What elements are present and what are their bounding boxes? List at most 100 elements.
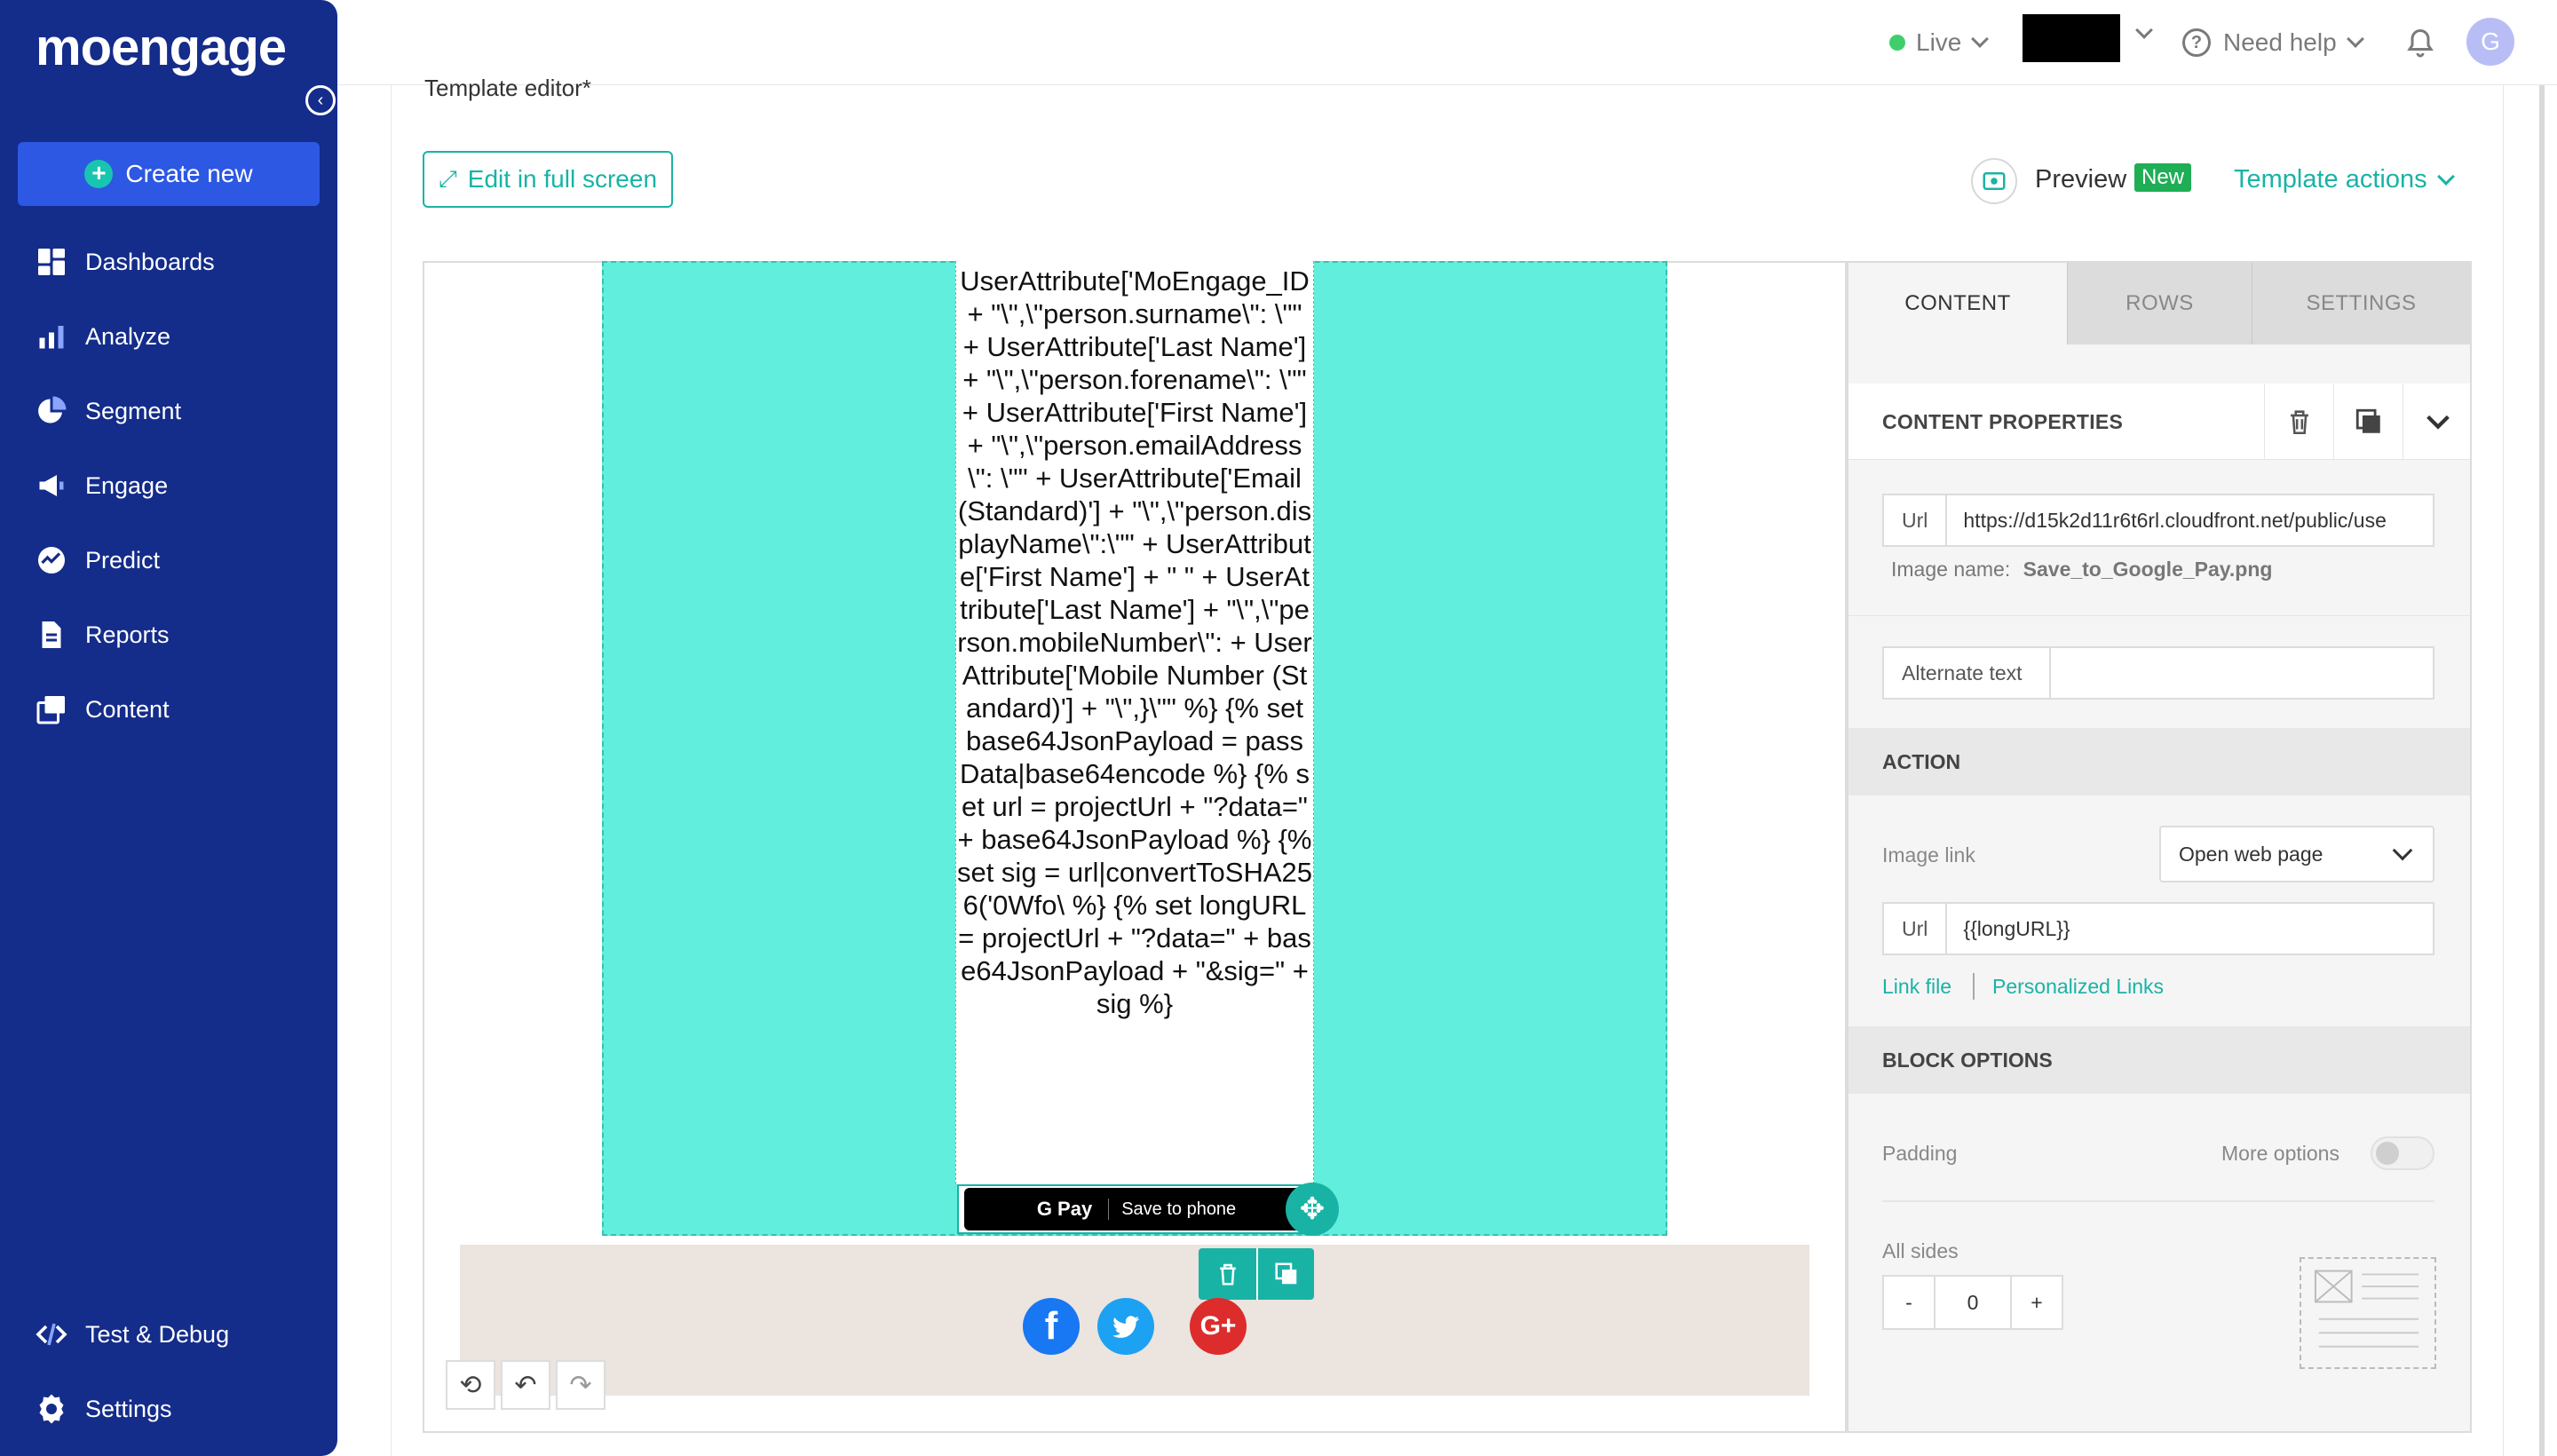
create-new-button[interactable]: + Create new xyxy=(18,142,320,206)
link-file-link[interactable]: Link file xyxy=(1882,975,1951,999)
need-help-menu[interactable]: ? Need help xyxy=(2182,25,2364,60)
image-link-select[interactable]: Open web page xyxy=(2159,826,2434,882)
chevron-down-icon xyxy=(2346,30,2364,48)
delete-content-button[interactable] xyxy=(2264,384,2333,460)
edit-full-screen-label: Edit in full screen xyxy=(467,165,658,193)
need-help-label: Need help xyxy=(2223,28,2337,56)
link-url-field[interactable]: Url {{longURL}} xyxy=(1882,902,2434,955)
image-name: Image name: Save_to_Google_Pay.png xyxy=(1891,558,2272,582)
image-name-value: Save_to_Google_Pay.png xyxy=(2023,558,2273,581)
duplicate-content-button[interactable] xyxy=(2333,384,2403,460)
gpay-label: Save to phone xyxy=(1121,1199,1237,1219)
trash-icon xyxy=(2290,410,2308,435)
sidebar-item-predict[interactable]: Predict xyxy=(0,529,337,591)
sidebar-item-segment[interactable]: Segment xyxy=(0,380,337,442)
undo-button[interactable]: ↶ xyxy=(501,1360,550,1410)
action-section-header: ACTION xyxy=(1848,728,2470,795)
alternate-text-field[interactable]: Alternate text xyxy=(1882,646,2434,700)
edit-full-screen-button[interactable]: ⤢ Edit in full screen xyxy=(423,151,673,208)
user-avatar[interactable]: G xyxy=(2466,18,2514,66)
image-url-value[interactable]: https://d15k2d11r6t6rl.cloudfront.net/pu… xyxy=(1947,509,2403,533)
collapse-properties-button[interactable] xyxy=(2403,384,2472,460)
link-divider xyxy=(1973,973,1975,1000)
facebook-icon[interactable]: f xyxy=(1023,1298,1080,1355)
collapse-sidebar-button[interactable]: ‹ xyxy=(305,85,336,115)
duplicate-block-button[interactable] xyxy=(1256,1248,1314,1300)
trash-icon xyxy=(1219,1263,1236,1286)
expand-icon: ⤢ xyxy=(438,165,457,192)
sidebar-item-settings[interactable]: Settings xyxy=(0,1378,337,1440)
image-name-label: Image name: xyxy=(1891,558,2011,581)
trend-icon xyxy=(38,547,65,574)
gpay-brand: G Pay xyxy=(1036,1198,1093,1220)
page-scrollbar[interactable] xyxy=(2539,85,2545,1456)
google-pay-button-image[interactable]: G Pay Save to phone xyxy=(964,1188,1309,1230)
google-plus-icon[interactable]: G+ xyxy=(1190,1298,1247,1355)
tab-content[interactable]: CONTENT xyxy=(1848,263,2067,344)
sidebar-item-engage[interactable]: Engage xyxy=(0,455,337,517)
moengage-logo[interactable]: moengage xyxy=(36,18,287,77)
sidebar-item-reports[interactable]: Reports xyxy=(0,604,337,666)
history-button[interactable]: ⟲ xyxy=(446,1360,495,1410)
template-actions-label: Template actions xyxy=(2234,165,2427,194)
padding-label: Padding xyxy=(1882,1142,1958,1165)
redo-button[interactable]: ↷ xyxy=(556,1360,606,1410)
help-icon: ? xyxy=(2182,28,2211,57)
delete-block-button[interactable] xyxy=(1199,1248,1256,1300)
move-handle[interactable]: ✥ xyxy=(1286,1183,1339,1236)
code-icon xyxy=(36,1323,67,1346)
environment-label: Live xyxy=(1916,28,1962,56)
editor-title: Template editor* xyxy=(424,75,591,101)
padding-increment-button[interactable]: + xyxy=(2012,1277,2062,1328)
sidebar-item-analyze[interactable]: Analyze xyxy=(0,305,337,368)
history-icon: ⟲ xyxy=(459,1370,482,1400)
sidebar-item-label: Test & Debug xyxy=(85,1320,230,1348)
environment-selector[interactable]: Live xyxy=(1889,25,1990,60)
sidebar-item-label: Dashboards xyxy=(85,248,215,275)
pie-chart-icon xyxy=(38,396,67,423)
sidebar-item-test-debug[interactable]: Test & Debug xyxy=(0,1303,337,1365)
chevron-down-icon xyxy=(2436,167,2455,186)
code-text: UserAttribute['MoEngage_ID + "\",\"perso… xyxy=(956,265,1313,1019)
more-options-toggle[interactable] xyxy=(2371,1136,2434,1170)
alternate-text-label: Alternate text xyxy=(1884,648,2051,698)
image-url-label: Url xyxy=(1884,495,1948,545)
sidebar-item-label: Analyze xyxy=(85,322,171,350)
all-sides-label: All sides xyxy=(1882,1239,1959,1262)
sidebar-item-dashboards[interactable]: Dashboards xyxy=(0,231,337,293)
padding-divider xyxy=(1882,1200,2434,1202)
preview-label[interactable]: Preview xyxy=(2035,165,2126,194)
link-url-label: Url xyxy=(1884,904,1948,954)
sidebar-item-label: Reports xyxy=(85,621,170,648)
personalized-links-link[interactable]: Personalized Links xyxy=(1992,975,2164,999)
image-url-field[interactable]: Url https://d15k2d11r6t6rl.cloudfront.ne… xyxy=(1882,494,2434,547)
content-properties-title: CONTENT PROPERTIES xyxy=(1882,410,2124,433)
workspace-selector[interactable] xyxy=(2023,14,2120,62)
megaphone-icon xyxy=(39,475,64,496)
sidebar-item-label: Segment xyxy=(85,397,182,424)
content-stack-icon xyxy=(36,696,65,724)
preview-button[interactable] xyxy=(1971,158,2017,204)
toggle-knob xyxy=(2376,1142,2399,1165)
padding-value[interactable]: 0 xyxy=(1934,1277,2012,1328)
link-url-value[interactable]: {{longURL}} xyxy=(1947,917,2086,941)
template-actions-menu[interactable]: Template actions xyxy=(2234,165,2455,194)
tab-settings[interactable]: SETTINGS xyxy=(2252,263,2470,344)
twitter-icon[interactable] xyxy=(1097,1298,1154,1355)
sidebar-item-content[interactable]: Content xyxy=(0,678,337,740)
chevron-down-icon xyxy=(2392,840,2413,861)
workspace-chevron[interactable] xyxy=(2126,21,2153,41)
chevron-down-icon xyxy=(2135,21,2153,39)
sidebar-item-label: Engage xyxy=(85,471,169,499)
sidebar-item-label: Content xyxy=(85,695,170,723)
duplicate-icon xyxy=(1275,1262,1296,1285)
tab-rows[interactable]: ROWS xyxy=(2067,263,2252,344)
create-new-label: Create new xyxy=(125,160,253,187)
text-block[interactable]: UserAttribute['MoEngage_ID + "\",\"perso… xyxy=(955,261,1314,1184)
padding-decrement-button[interactable]: - xyxy=(1884,1277,1934,1328)
dashboard-icon xyxy=(38,249,65,275)
duplicate-icon xyxy=(2355,408,2380,433)
image-link-value: Open web page xyxy=(2179,842,2323,866)
image-placeholder-icon xyxy=(2314,1270,2419,1348)
notifications-button[interactable] xyxy=(2404,25,2436,60)
